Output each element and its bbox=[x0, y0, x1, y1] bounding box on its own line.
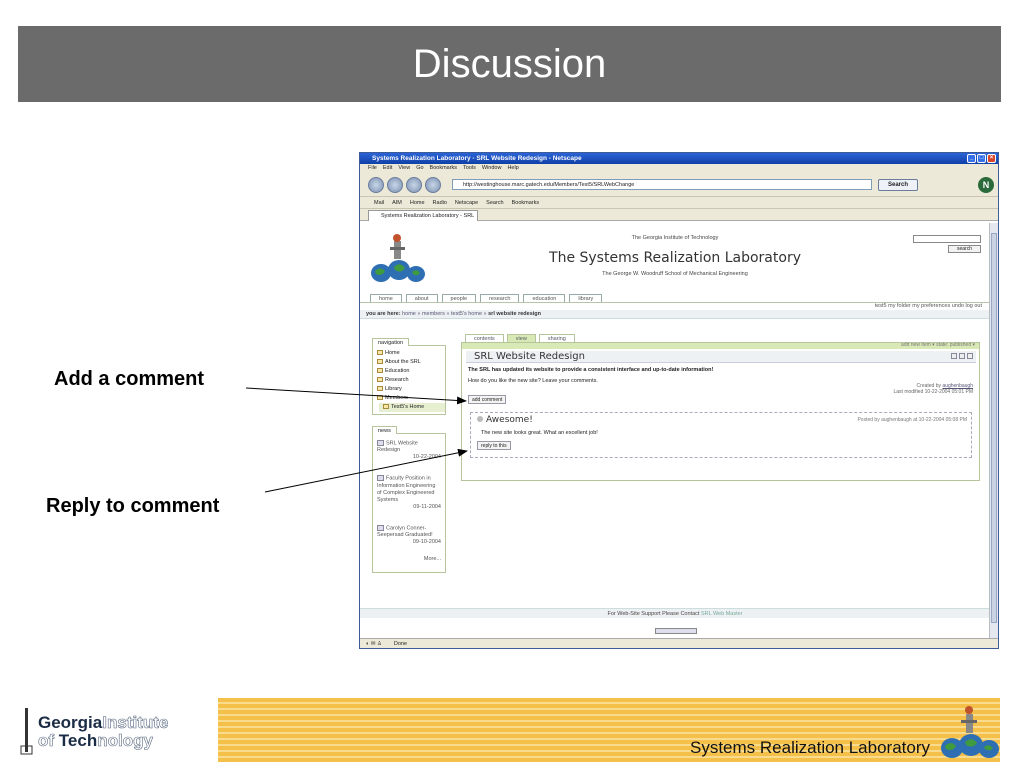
srl-footer-label: Systems Realization Laboratory bbox=[690, 738, 931, 757]
gt-georgia: Georgia bbox=[38, 713, 103, 732]
gt-of: of bbox=[38, 731, 59, 750]
gt-tech: Tech bbox=[58, 731, 98, 750]
gt-nology: nology bbox=[97, 731, 153, 750]
srl-globe-footer-icon bbox=[941, 706, 999, 758]
arrow-to-reply bbox=[264, 448, 468, 493]
gt-institute: Institute bbox=[102, 713, 169, 732]
tech-tower-icon bbox=[20, 708, 33, 755]
gt-logo-line1: GeorgiaInstitute bbox=[38, 713, 169, 732]
gt-logo-line2: of Technology bbox=[38, 731, 154, 750]
georgia-tech-logo: GeorgiaInstitute of Technology bbox=[18, 698, 216, 762]
arrow-to-add-comment bbox=[245, 387, 467, 405]
annotation-arrows bbox=[245, 387, 468, 493]
